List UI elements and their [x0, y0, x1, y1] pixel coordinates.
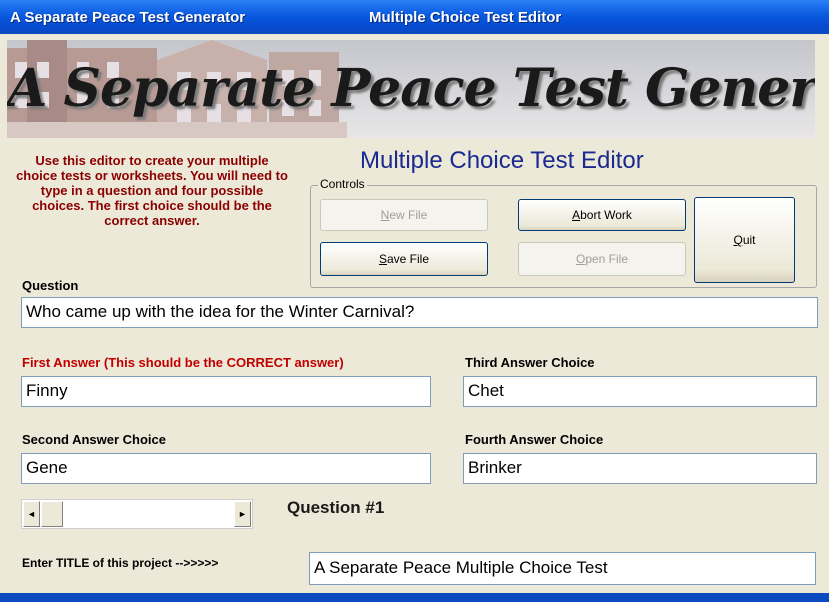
banner-image: A Separate Peace Test Generator — [7, 40, 815, 138]
banner-title: A Separate Peace Test Generator — [7, 58, 815, 119]
scroll-thumb[interactable] — [41, 501, 63, 527]
open-file-button[interactable]: Open File — [518, 242, 686, 276]
scroll-left-arrow-icon[interactable]: ◄ — [23, 501, 40, 527]
first-answer-input[interactable]: Finny — [21, 376, 431, 407]
fourth-answer-input[interactable]: Brinker — [463, 453, 817, 484]
abort-work-button[interactable]: Abort Work — [518, 199, 686, 231]
fourth-answer-label: Fourth Answer Choice — [465, 432, 604, 447]
project-title-label: Enter TITLE of this project -->>>>> — [22, 556, 219, 570]
instructions-text: Use this editor to create your multiple … — [16, 153, 288, 228]
window-bottom-border — [0, 593, 829, 602]
controls-legend: Controls — [318, 177, 367, 191]
first-answer-label: First Answer (This should be the CORRECT… — [22, 355, 344, 370]
title-bar[interactable]: A Separate Peace Test Generator Multiple… — [0, 0, 829, 34]
project-title-input[interactable]: A Separate Peace Multiple Choice Test — [309, 552, 816, 585]
save-file-button[interactable]: Save File — [320, 242, 488, 276]
editor-title: Multiple Choice Test Editor — [360, 147, 644, 174]
third-answer-label: Third Answer Choice — [465, 355, 595, 370]
app-title: A Separate Peace Test Generator — [10, 9, 246, 26]
question-number: Question #1 — [287, 498, 385, 517]
question-label: Question — [22, 278, 79, 293]
scroll-right-arrow-icon[interactable]: ► — [234, 501, 251, 527]
new-file-button[interactable]: New File — [320, 199, 488, 231]
second-answer-input[interactable]: Gene — [21, 453, 431, 484]
editor-window: A Separate Peace Test Generator Multiple… — [0, 0, 829, 602]
second-answer-label: Second Answer Choice — [22, 432, 166, 447]
third-answer-input[interactable]: Chet — [463, 376, 817, 407]
quit-button[interactable]: Quit — [694, 197, 795, 283]
question-input[interactable]: Who came up with the idea for the Winter… — [21, 297, 818, 328]
question-scrollbar[interactable]: ◄ ► — [21, 499, 253, 529]
form-title: Multiple Choice Test Editor — [369, 9, 562, 26]
